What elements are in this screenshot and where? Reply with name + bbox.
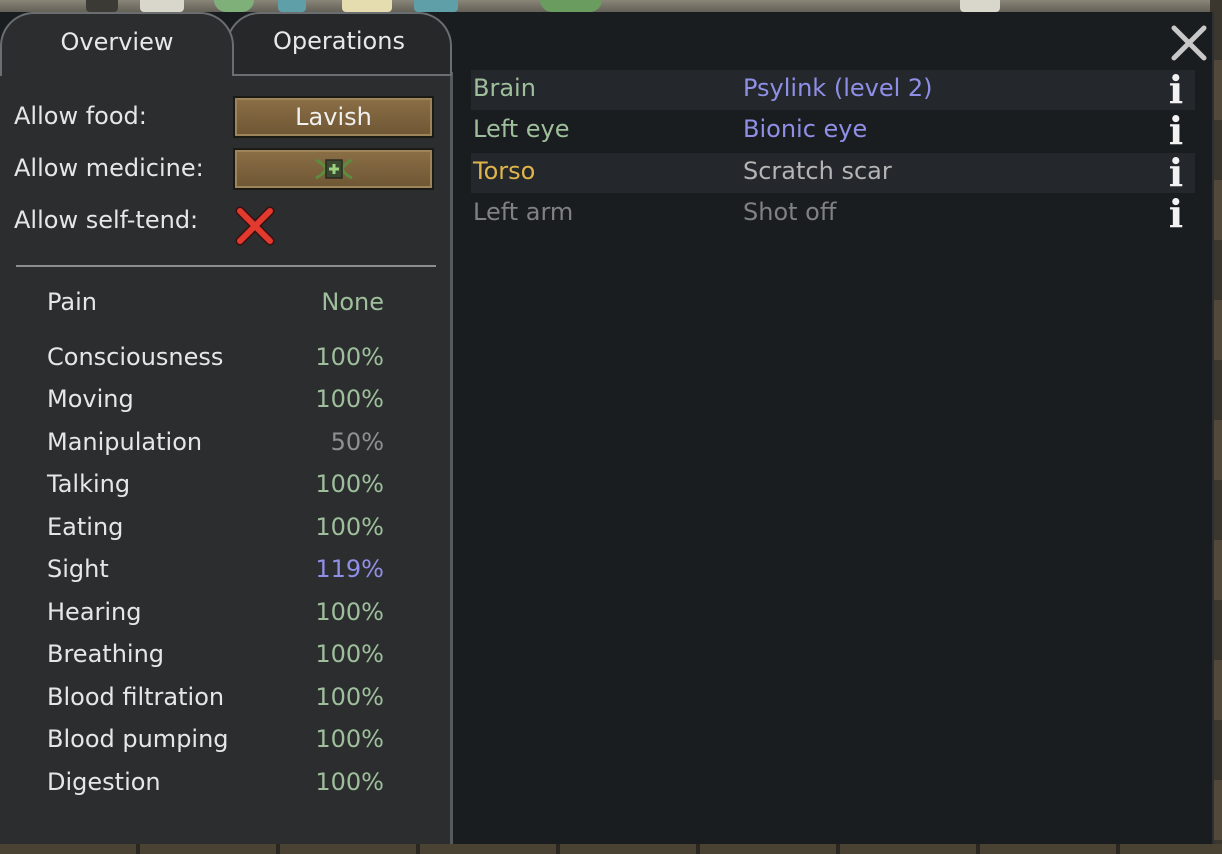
capacity-value: 50% xyxy=(330,428,384,456)
game-world-background-bottom xyxy=(0,844,1222,854)
condition: Psylink (level 2) xyxy=(743,74,933,102)
close-x-icon xyxy=(1171,25,1207,61)
herbal-medicine-icon xyxy=(314,158,353,180)
capacity-value: 100% xyxy=(315,470,384,498)
allow-food-label: Allow food: xyxy=(14,102,147,130)
capacity-name: Hearing xyxy=(47,598,142,626)
health-row[interactable]: Torso Scratch scar i xyxy=(471,153,1195,193)
body-part: Torso xyxy=(473,157,536,185)
capacity-name: Digestion xyxy=(47,768,161,796)
capacity-name: Manipulation xyxy=(47,428,203,456)
info-icon[interactable]: i xyxy=(1163,112,1189,150)
capacity-value: 100% xyxy=(315,385,384,413)
body-part: Left eye xyxy=(473,115,570,143)
capacity-value: None xyxy=(321,288,384,316)
red-cross-icon xyxy=(235,206,275,246)
capacity-value: 100% xyxy=(315,598,384,626)
allow-medicine-label: Allow medicine: xyxy=(14,154,204,182)
allow-self-tend-label: Allow self-tend: xyxy=(14,206,199,234)
divider xyxy=(16,265,436,267)
world-object xyxy=(414,0,458,12)
capacity-value: 100% xyxy=(315,640,384,668)
capacity-name: Blood pumping xyxy=(47,725,229,753)
body-part: Left arm xyxy=(473,198,574,226)
capacity-name: Moving xyxy=(47,385,134,413)
info-icon[interactable]: i xyxy=(1163,195,1189,233)
self-tend-toggle[interactable] xyxy=(234,205,276,247)
health-row[interactable]: Brain Psylink (level 2) i xyxy=(471,70,1195,110)
allow-medicine-button[interactable] xyxy=(233,148,434,190)
world-object xyxy=(540,0,602,12)
health-window: Operations Overview Allow food: Lavish A… xyxy=(0,12,1214,844)
overview-panel: Allow food: Lavish Allow medicine: Allow… xyxy=(0,72,453,844)
tab-overview-label: Overview xyxy=(60,28,174,56)
capacity-name: Blood filtration xyxy=(47,683,225,711)
capacity-value: 119% xyxy=(315,555,384,583)
tab-overview[interactable]: Overview xyxy=(0,12,234,76)
world-object xyxy=(214,0,254,12)
capacity-value: 100% xyxy=(315,343,384,371)
capacity-name: Eating xyxy=(47,513,124,541)
capacity-value: 100% xyxy=(315,513,384,541)
body-part: Brain xyxy=(473,74,536,102)
world-object xyxy=(960,0,1000,12)
allow-food-value: Lavish xyxy=(295,103,372,131)
close-icon[interactable] xyxy=(1168,22,1210,64)
info-icon[interactable]: i xyxy=(1163,154,1189,192)
world-object xyxy=(342,0,392,12)
health-row[interactable]: Left arm Shot off i xyxy=(471,194,1195,234)
capacity-name: Breathing xyxy=(47,640,165,668)
capacity-value: 100% xyxy=(315,768,384,796)
condition: Scratch scar xyxy=(743,157,892,185)
condition: Bionic eye xyxy=(743,115,868,143)
capacity-name: Talking xyxy=(47,470,131,498)
tab-operations[interactable]: Operations xyxy=(226,12,452,76)
world-object xyxy=(278,0,306,12)
world-object xyxy=(140,0,184,12)
capacity-name: Sight xyxy=(47,555,109,583)
condition: Shot off xyxy=(743,198,837,226)
capacity-name: Pain xyxy=(47,288,97,316)
world-object xyxy=(86,0,118,12)
tab-operations-label: Operations xyxy=(273,27,405,55)
health-row[interactable]: Left eye Bionic eye i xyxy=(471,111,1195,151)
capacity-value: 100% xyxy=(315,683,384,711)
capacity-value: 100% xyxy=(315,725,384,753)
capacity-name: Consciousness xyxy=(47,343,224,371)
allow-food-button[interactable]: Lavish xyxy=(233,96,434,138)
info-icon[interactable]: i xyxy=(1163,71,1189,109)
